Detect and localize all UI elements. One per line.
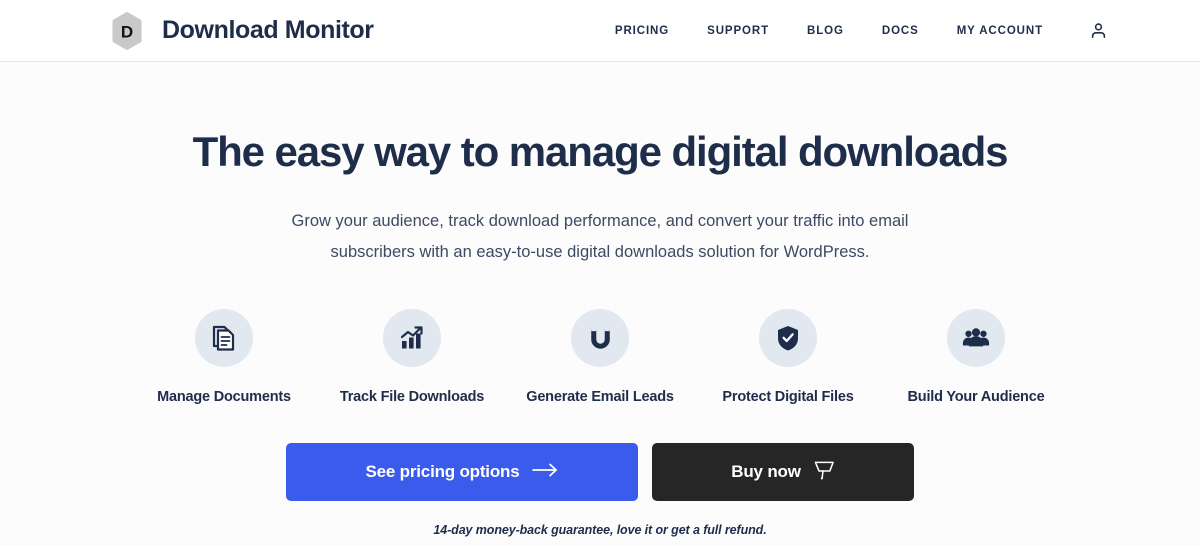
nav-link-docs[interactable]: DOCS bbox=[882, 25, 919, 37]
main-navigation: PRICING SUPPORT BLOG DOCS MY ACCOUNT bbox=[615, 21, 1108, 40]
feature-protect-digital-files[interactable]: Protect Digital Files bbox=[694, 309, 882, 405]
feature-generate-email-leads[interactable]: Generate Email Leads bbox=[506, 309, 694, 405]
feature-label: Build Your Audience bbox=[907, 389, 1045, 406]
money-back-guarantee-text: 14-day money-back guarantee, love it or … bbox=[433, 523, 767, 538]
buy-now-label: Buy now bbox=[731, 462, 801, 482]
nav-link-pricing[interactable]: PRICING bbox=[615, 25, 669, 37]
bar-chart-trend-icon bbox=[383, 309, 441, 368]
nav-link-blog[interactable]: BLOG bbox=[807, 25, 844, 37]
shopping-cart-icon bbox=[814, 460, 835, 485]
hero-section: The easy way to manage digital downloads… bbox=[0, 62, 1200, 546]
feature-label: Manage Documents bbox=[157, 389, 291, 406]
magnet-icon bbox=[571, 309, 629, 368]
nav-link-support[interactable]: SUPPORT bbox=[707, 25, 769, 37]
people-group-icon bbox=[947, 309, 1005, 368]
brand-logo[interactable]: D Download Monitor bbox=[108, 11, 374, 50]
person-icon[interactable] bbox=[1089, 21, 1108, 40]
buy-now-button[interactable]: Buy now bbox=[652, 443, 914, 502]
cta-button-row: See pricing options Buy now bbox=[0, 443, 1200, 502]
nav-link-my-account[interactable]: MY ACCOUNT bbox=[957, 25, 1043, 37]
hero-subtitle-line-1: Grow your audience, track download perfo… bbox=[291, 212, 909, 231]
arrow-right-icon bbox=[532, 462, 558, 482]
feature-label: Generate Email Leads bbox=[526, 389, 674, 406]
brand-name: Download Monitor bbox=[162, 16, 374, 44]
see-pricing-options-label: See pricing options bbox=[365, 462, 520, 482]
feature-list: Manage Documents Track File Downloads Ge… bbox=[0, 309, 1200, 405]
page-title: The easy way to manage digital downloads bbox=[192, 128, 1009, 175]
feature-track-file-downloads[interactable]: Track File Downloads bbox=[318, 309, 506, 405]
documents-icon bbox=[195, 309, 253, 368]
feature-manage-documents[interactable]: Manage Documents bbox=[130, 309, 318, 405]
shield-check-icon bbox=[759, 309, 817, 368]
feature-label: Protect Digital Files bbox=[722, 389, 854, 406]
hero-subtitle: Grow your audience, track download perfo… bbox=[250, 206, 950, 267]
hexagon-logo-icon: D bbox=[108, 11, 146, 50]
svg-text:D: D bbox=[121, 22, 133, 41]
hero-subtitle-line-2: subscribers with an easy-to-use digital … bbox=[330, 242, 870, 261]
feature-build-your-audience[interactable]: Build Your Audience bbox=[882, 309, 1070, 405]
feature-label: Track File Downloads bbox=[339, 389, 485, 406]
see-pricing-options-button[interactable]: See pricing options bbox=[286, 443, 638, 502]
site-header: D Download Monitor PRICING SUPPORT BLOG … bbox=[0, 0, 1200, 62]
